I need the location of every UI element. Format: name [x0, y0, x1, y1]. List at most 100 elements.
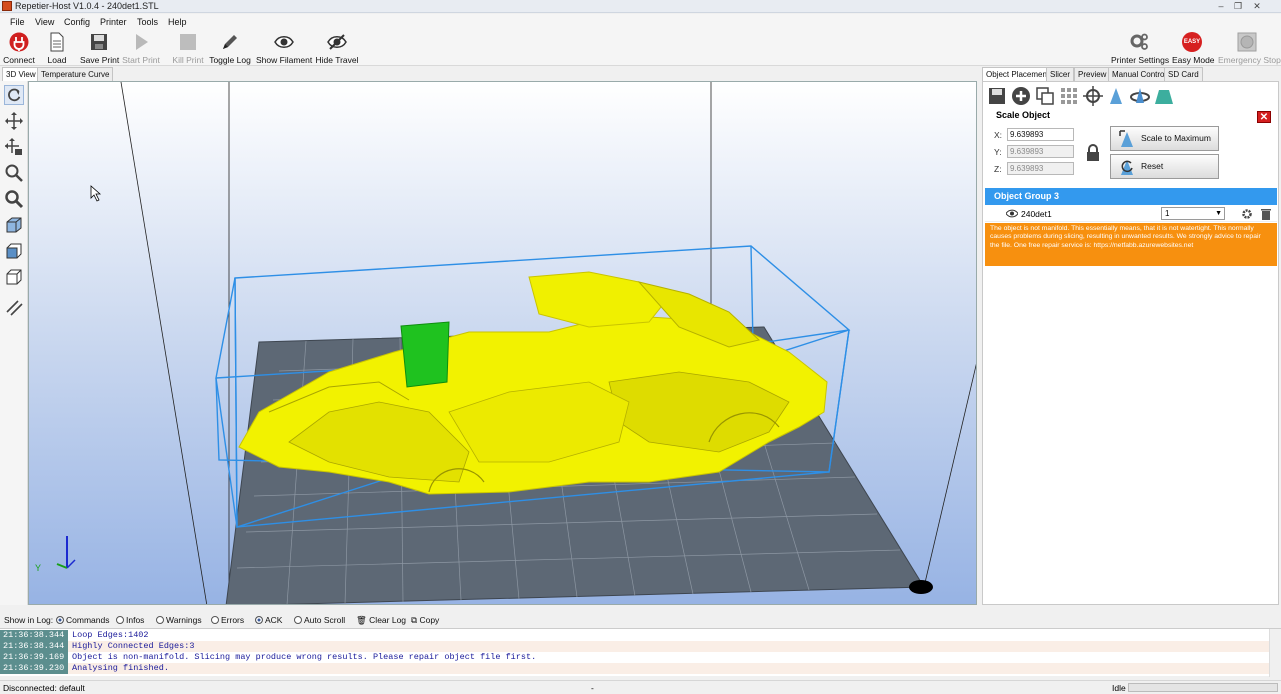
scale-to-maximum-button[interactable]: Scale to Maximum	[1110, 126, 1219, 151]
3d-viewport[interactable]: Y	[28, 81, 977, 605]
clear-log-button[interactable]: 🗑 Clear Log	[356, 615, 406, 626]
trash-icon[interactable]	[1261, 208, 1271, 220]
printer-status: Idle	[1112, 683, 1126, 693]
3d-scene[interactable]: Y	[29, 82, 977, 605]
menu-tools[interactable]: Tools	[137, 17, 158, 27]
lock-icon[interactable]	[1085, 144, 1101, 162]
load-button[interactable]: Load	[45, 32, 69, 65]
pencil-icon	[223, 35, 237, 49]
tab-object-placement[interactable]: Object Placement	[982, 67, 1054, 82]
save-object-icon[interactable]	[987, 86, 1007, 106]
start-print-button[interactable]: Start Print	[122, 32, 160, 65]
tab-sd-card[interactable]: SD Card	[1164, 67, 1203, 81]
object-row[interactable]: 240det1 1 ▼	[985, 206, 1277, 222]
zoom-icon[interactable]	[4, 163, 24, 183]
zoom-fit-icon[interactable]	[4, 189, 24, 209]
gear-icon[interactable]	[1241, 208, 1253, 220]
menu-file[interactable]: File	[10, 17, 25, 27]
mouse-cursor-icon	[90, 185, 102, 202]
center-object-icon[interactable]	[1083, 86, 1103, 106]
menu-config[interactable]: Config	[64, 17, 90, 27]
easy-mode-icon: EASY	[1182, 32, 1202, 52]
log-entry: 21:36:39.169 Object is non-manifold. Sli…	[0, 652, 1269, 663]
app-icon	[2, 1, 12, 11]
tab-slicer[interactable]: Slicer	[1046, 67, 1075, 81]
tab-3d-view[interactable]: 3D View	[2, 67, 40, 82]
scale-y-input[interactable]: 9.639893	[1007, 145, 1074, 158]
save-print-button[interactable]: Save Print	[80, 32, 119, 65]
front-view-icon[interactable]	[4, 241, 24, 261]
reset-icon	[1121, 160, 1133, 175]
tab-manual-control[interactable]: Manual Control	[1108, 67, 1171, 81]
scale-max-icon	[1119, 130, 1133, 147]
scale-object-title: Scale Object	[996, 110, 1051, 120]
add-object-icon[interactable]	[1011, 86, 1031, 106]
close-window-button[interactable]: ✕	[1250, 1, 1264, 11]
rotate-view-icon[interactable]	[4, 85, 24, 105]
radio-off-icon	[156, 616, 164, 624]
kill-print-button[interactable]: Kill Print	[171, 32, 205, 65]
printer-settings-button[interactable]: Printer Settings	[1111, 32, 1169, 65]
log-controls: Show in Log: Commands Infos Warnings Err…	[0, 612, 1281, 627]
log-option-infos[interactable]: Infos	[116, 615, 144, 625]
menu-bar: File View Config Printer Tools Help	[0, 14, 1281, 30]
status-bar: Disconnected: default - Idle	[0, 680, 1281, 694]
trash-icon: 🗑	[356, 615, 367, 625]
copies-select[interactable]: 1 ▼	[1161, 207, 1225, 220]
radio-off-icon	[211, 616, 219, 624]
log-entry: 21:36:39.230 Analysing finished.	[0, 663, 1269, 674]
show-filament-button[interactable]: Show Filament	[256, 32, 312, 65]
tab-preview[interactable]: Preview	[1074, 67, 1111, 81]
emergency-stop-button[interactable]: Emergency Stop	[1218, 32, 1281, 65]
maximize-button[interactable]: ❐	[1231, 1, 1245, 11]
rotate-object-icon[interactable]	[1130, 86, 1150, 106]
mirror-object-icon[interactable]	[1154, 86, 1174, 106]
log-message: Object is non-manifold. Slicing may prod…	[72, 652, 537, 662]
play-icon	[136, 34, 148, 50]
log-option-ack[interactable]: ACK	[255, 615, 282, 625]
log-option-auto-scroll[interactable]: Auto Scroll	[294, 615, 345, 625]
object-group-header[interactable]: Object Group 3	[985, 188, 1277, 205]
connection-status: Disconnected: default	[3, 683, 85, 693]
minimize-button[interactable]: ‒	[1214, 1, 1228, 11]
log-option-commands[interactable]: Commands	[56, 615, 109, 625]
stop-icon	[180, 34, 196, 50]
show-in-log-label: Show in Log:	[4, 615, 54, 625]
move-object-icon[interactable]	[4, 137, 24, 157]
log-time: 21:36:38.344	[0, 630, 68, 641]
reset-scale-button[interactable]: Reset	[1110, 154, 1219, 179]
tab-temperature-curve[interactable]: Temperature Curve	[37, 67, 114, 81]
connect-button[interactable]: Connect	[2, 32, 36, 65]
object-name: 240det1	[1021, 209, 1052, 219]
visibility-eye-icon[interactable]	[1006, 209, 1018, 218]
close-scale-button[interactable]: ✕	[1257, 111, 1271, 123]
log-panel[interactable]: 21:36:38.344 Loop Edges:1402 21:36:38.34…	[0, 628, 1281, 677]
log-message: Highly Connected Edges:3	[72, 641, 195, 651]
scale-object-icon[interactable]	[1106, 86, 1126, 106]
hide-travel-button[interactable]: Hide Travel	[315, 32, 359, 65]
view-tabs: 3D View Temperature Curve	[0, 67, 300, 82]
easy-mode-button[interactable]: EASY Easy Mode	[1172, 32, 1215, 65]
scale-z-input[interactable]: 9.639893	[1007, 162, 1074, 175]
top-view-icon[interactable]	[4, 267, 24, 287]
copy-object-icon[interactable]	[1035, 86, 1055, 106]
x-label: X:	[994, 130, 1003, 140]
move-view-icon[interactable]	[4, 111, 24, 131]
toggle-log-button[interactable]: Toggle Log	[209, 32, 251, 65]
autoposition-icon[interactable]	[1059, 86, 1079, 106]
status-middle: -	[591, 683, 594, 693]
isometric-view-icon[interactable]	[4, 215, 24, 235]
save-icon	[91, 34, 107, 50]
parallel-projection-icon[interactable]	[4, 297, 24, 317]
menu-help[interactable]: Help	[168, 17, 187, 27]
copy-log-button[interactable]: ⧉ Copy	[411, 615, 439, 626]
copy-icon: ⧉	[411, 615, 418, 625]
log-option-warnings[interactable]: Warnings	[156, 615, 202, 625]
menu-printer[interactable]: Printer	[100, 17, 127, 27]
car-body-model[interactable]	[238, 271, 828, 495]
log-scrollbar[interactable]	[1269, 629, 1281, 677]
scale-x-input[interactable]: 9.639893	[1007, 128, 1074, 141]
power-plug-icon	[9, 32, 29, 52]
log-option-errors[interactable]: Errors	[211, 615, 244, 625]
menu-view[interactable]: View	[35, 17, 54, 27]
